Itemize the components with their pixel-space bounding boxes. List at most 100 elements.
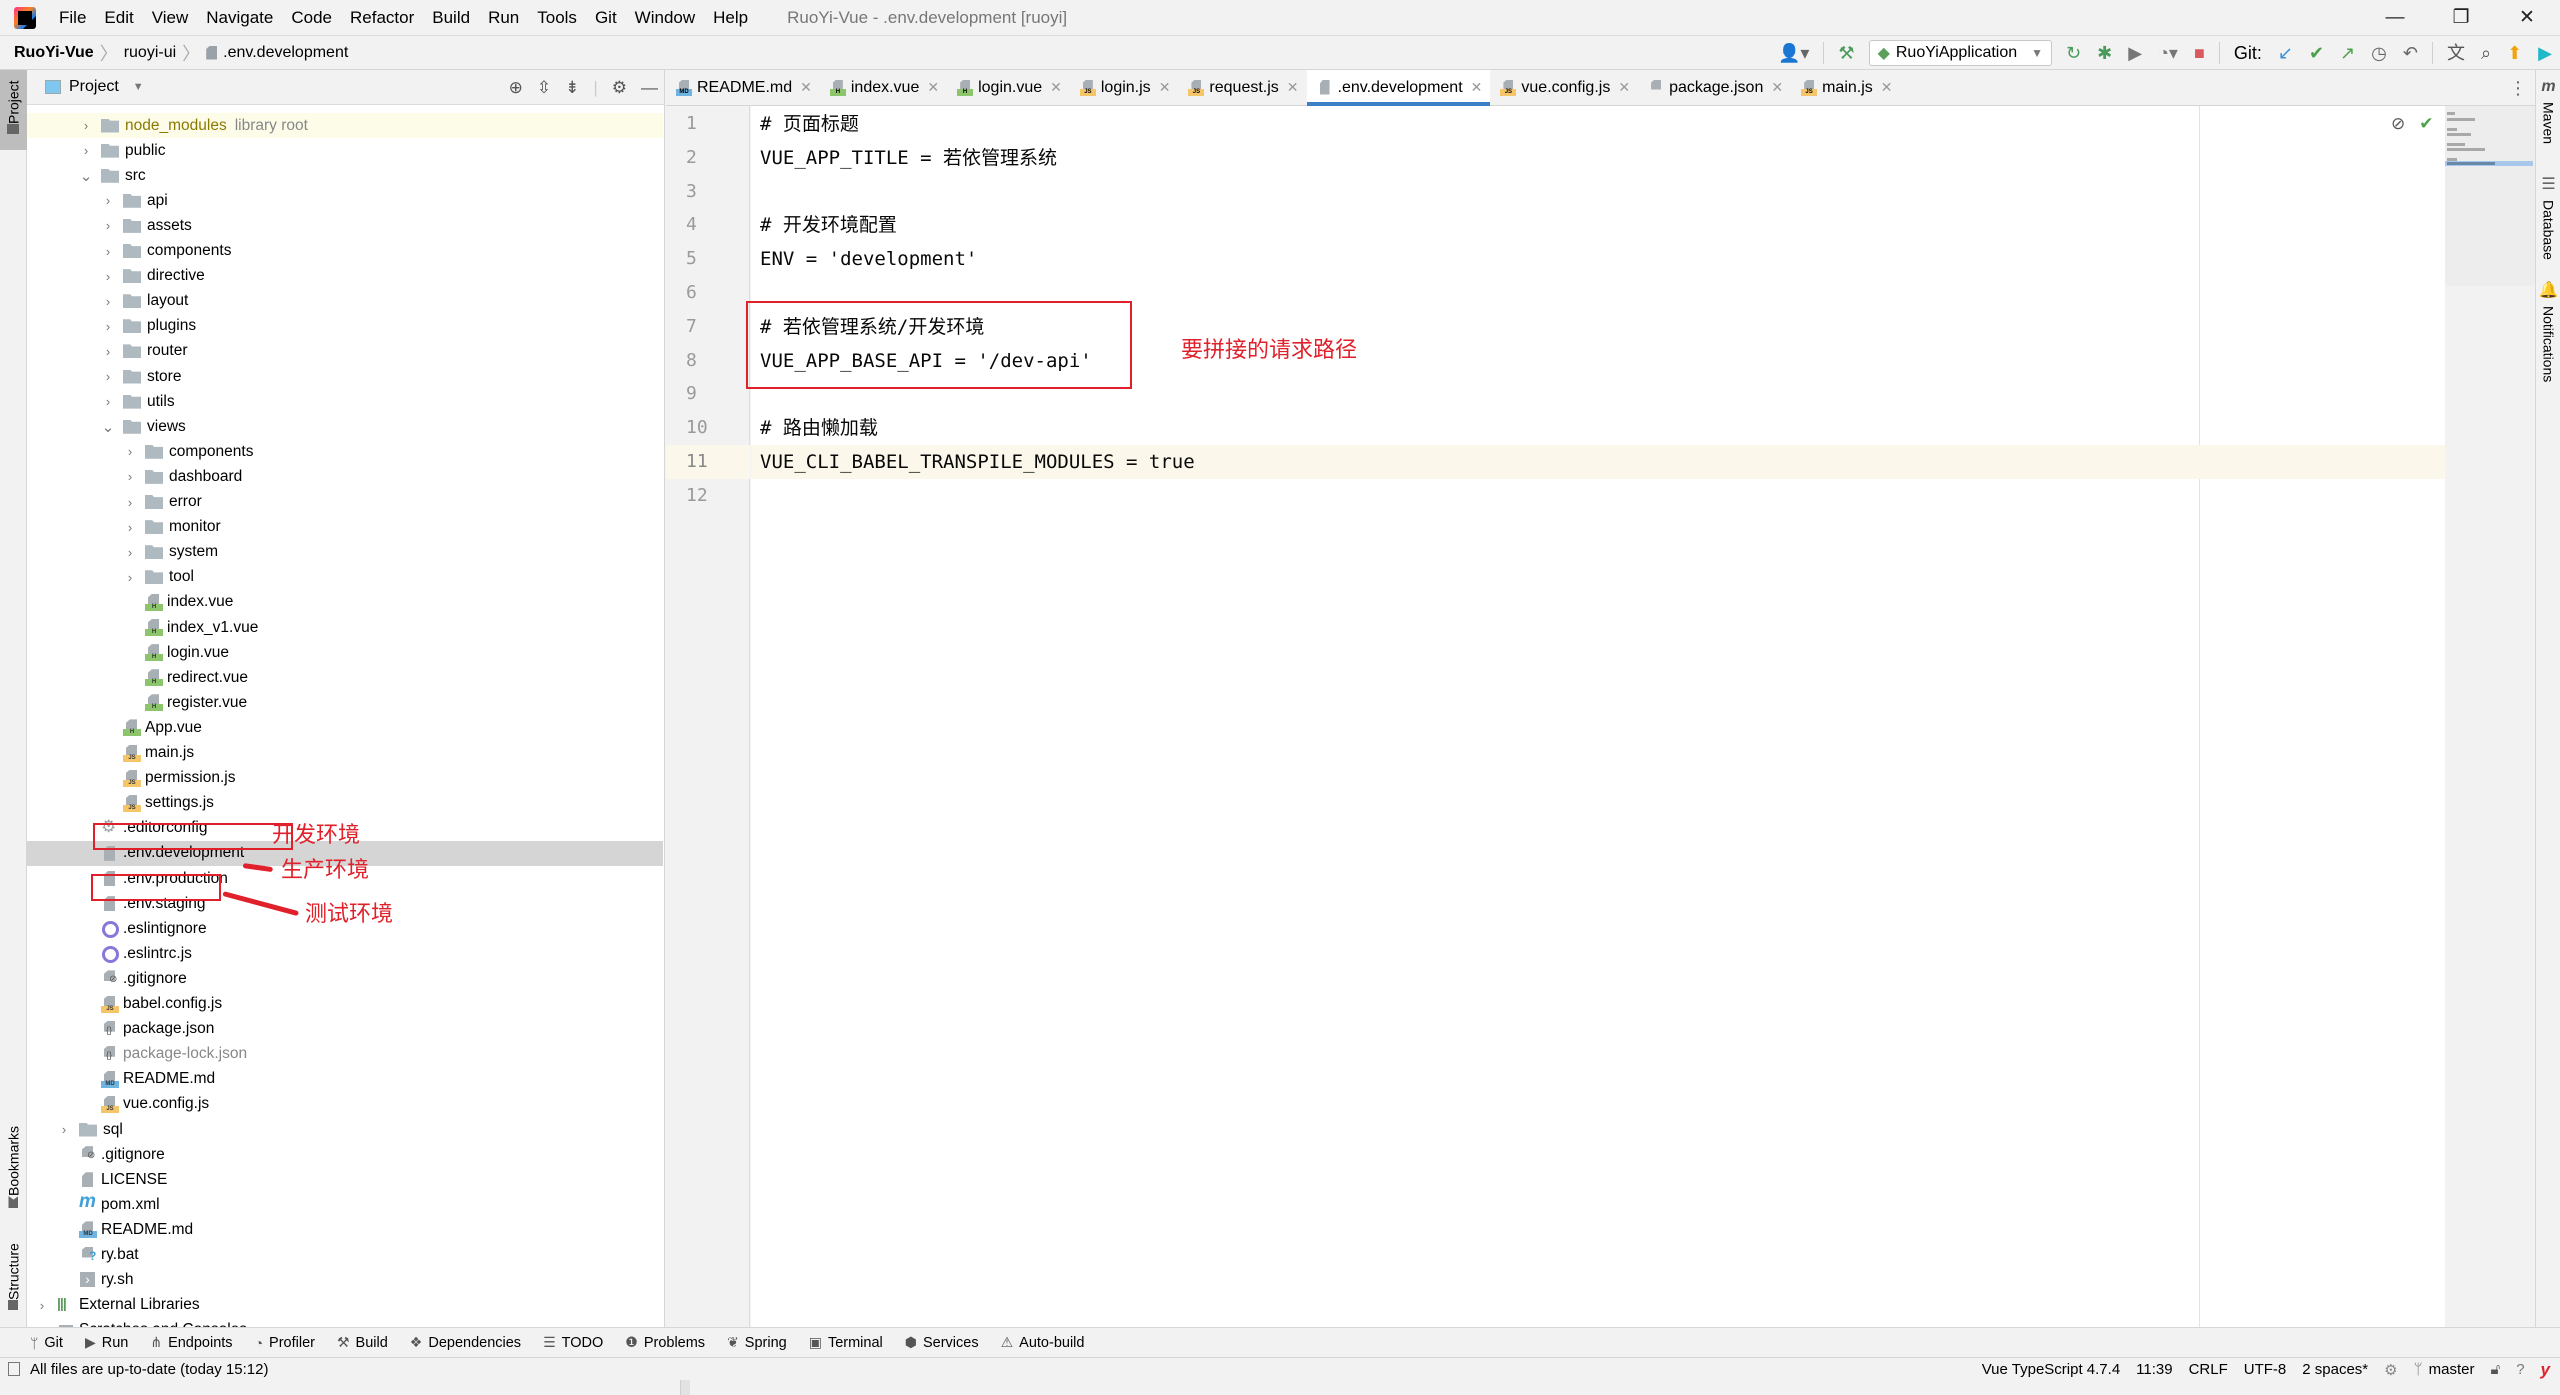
status-indent[interactable]: 2 spaces* xyxy=(2302,1361,2368,1378)
rerun-icon[interactable]: ↻ xyxy=(2058,36,2089,70)
debug-icon[interactable]: ✱ xyxy=(2089,36,2120,70)
status-caret-position[interactable]: 11:39 xyxy=(2136,1361,2172,1378)
chevron-right-icon[interactable]: › xyxy=(101,319,115,334)
chevron-right-icon[interactable]: › xyxy=(123,545,137,560)
menu-refactor[interactable]: Refactor xyxy=(341,8,423,28)
chevron-down-icon[interactable]: ⌄ xyxy=(79,167,93,185)
status-line-ending[interactable]: CRLF xyxy=(2189,1361,2228,1378)
close-tab-icon[interactable]: ✕ xyxy=(1050,79,1062,96)
tree-file[interactable]: ›Hredirect.vue xyxy=(27,665,663,690)
minimize-button[interactable]: — xyxy=(2362,0,2428,36)
editor-tab[interactable]: Hindex.vue ✕ xyxy=(820,70,947,105)
code-editor[interactable]: # 页面标题 VUE_APP_TITLE = 若依管理系统 # 开发环境配置 ENV … xyxy=(746,106,2445,1327)
tree-file[interactable]: ›JSbabel.config.js xyxy=(27,992,663,1017)
tree-folder[interactable]: › dashboard xyxy=(27,464,663,489)
rollback-icon[interactable]: ↶ xyxy=(2395,36,2426,70)
breadcrumb-project[interactable]: RuoYi-Vue xyxy=(14,44,94,62)
menu-code[interactable]: Code xyxy=(282,8,341,28)
chevron-down-icon[interactable]: ⌄ xyxy=(101,418,115,436)
code-line[interactable] xyxy=(751,479,2445,513)
code-line[interactable]: VUE_CLI_BABEL_TRANSPILE_MODULES = true xyxy=(751,445,2445,479)
search-icon[interactable]: ⌕ xyxy=(2473,36,2499,70)
no-problems-check-icon[interactable]: ✔ xyxy=(2419,114,2433,134)
tree-file[interactable]: ›ry.bat xyxy=(27,1243,663,1268)
close-tab-icon[interactable]: ✕ xyxy=(1618,79,1630,96)
user-icon[interactable]: 👤▾ xyxy=(1770,36,1817,70)
bottom-tab-dependencies[interactable]: ❖ Dependencies xyxy=(410,1334,521,1351)
reader-mode-icon[interactable]: ⊘ xyxy=(2391,114,2405,134)
tree-file[interactable]: ›package-lock.json xyxy=(27,1042,663,1067)
menu-run[interactable]: Run xyxy=(479,8,528,28)
bottom-tab-todo[interactable]: ☰ TODO xyxy=(543,1334,603,1351)
history-icon[interactable]: ◷ xyxy=(2363,36,2395,70)
code-line[interactable]: # 路由懒加载 xyxy=(751,411,2445,445)
menu-window[interactable]: Window xyxy=(626,8,704,28)
breadcrumb-file[interactable]: .env.development xyxy=(223,44,348,62)
update-icon[interactable]: ⬆ xyxy=(2499,36,2530,70)
tree-file[interactable]: ›JSmain.js xyxy=(27,741,663,766)
chevron-right-icon[interactable]: › xyxy=(101,369,115,384)
tree-folder[interactable]: › plugins xyxy=(27,314,663,339)
tree-folder[interactable]: › directive xyxy=(27,264,663,289)
toggle-tool-windows-icon[interactable] xyxy=(8,1362,20,1376)
bottom-tab-spring[interactable]: ❦ Spring xyxy=(727,1334,787,1351)
tree-file[interactable]: ›HApp.vue xyxy=(27,715,663,740)
tree-file[interactable]: ›MDREADME.md xyxy=(27,1217,663,1242)
tree-folder[interactable]: › api xyxy=(27,188,663,213)
chevron-right-icon[interactable]: › xyxy=(101,394,115,409)
tool-window-maven[interactable]: m Maven xyxy=(2536,78,2560,168)
build-hammer-icon[interactable]: ⚒ xyxy=(1830,36,1862,70)
tree-folder[interactable]: ⌄ views xyxy=(27,414,663,439)
chevron-right-icon[interactable]: › xyxy=(79,143,93,158)
tree-file[interactable]: › ry.sh xyxy=(27,1268,663,1293)
minimap[interactable] xyxy=(2445,106,2535,286)
code-line[interactable] xyxy=(751,175,2445,209)
tree-folder[interactable]: › assets xyxy=(27,213,663,238)
close-tab-icon[interactable]: ✕ xyxy=(1771,79,1783,96)
bottom-tab-build[interactable]: ⚒ Build xyxy=(337,1334,388,1351)
chevron-right-icon[interactable]: › xyxy=(101,294,115,309)
tree-folder[interactable]: › public xyxy=(27,138,663,163)
editor-tab[interactable]: JS request.js ✕ xyxy=(1178,70,1306,105)
bottom-tab-auto-build[interactable]: ⚠ Auto-build xyxy=(1001,1334,1085,1351)
tree-file[interactable]: ›Hindex_v1.vue xyxy=(27,615,663,640)
code-line[interactable]: VUE_APP_TITLE = 若依管理系统 xyxy=(751,141,2445,175)
code-line[interactable]: # 开发环境配置 xyxy=(751,208,2445,242)
bottom-tab-problems[interactable]: ❶ Problems xyxy=(625,1334,705,1351)
tree-file[interactable]: ›.eslintrc.js xyxy=(27,941,663,966)
close-tab-icon[interactable]: ✕ xyxy=(800,79,812,96)
breadcrumb-module[interactable]: ruoyi-ui xyxy=(124,44,176,62)
chevron-right-icon[interactable]: › xyxy=(101,218,115,233)
tree-folder[interactable]: › layout xyxy=(27,289,663,314)
lock-open-icon[interactable]: 🔓︎ xyxy=(2490,1361,2500,1378)
menu-navigate[interactable]: Navigate xyxy=(197,8,282,28)
tool-window-notifications[interactable]: 🔔 Notifications xyxy=(2536,280,2560,410)
bottom-tab-services[interactable]: ⬢ Services xyxy=(905,1334,979,1351)
project-view-select[interactable]: Project xyxy=(69,78,119,96)
tree-file[interactable]: ›JSpermission.js xyxy=(27,766,663,791)
hide-panel-icon[interactable]: — xyxy=(641,78,658,98)
close-button[interactable]: ✕ xyxy=(2494,0,2560,36)
chevron-right-icon[interactable]: › xyxy=(57,1122,71,1137)
tree-file[interactable]: ›Hindex.vue xyxy=(27,590,663,615)
code-line[interactable]: # 页面标题 xyxy=(751,107,2445,141)
editor-tab[interactable]: JS login.js ✕ xyxy=(1070,70,1179,105)
chevron-right-icon[interactable]: › xyxy=(101,269,115,284)
git-commit-icon[interactable]: ✔ xyxy=(2301,36,2332,70)
status-message[interactable]: All files are up-to-date (today 15:12) xyxy=(30,1361,268,1378)
chevron-right-icon[interactable]: › xyxy=(79,118,93,133)
menu-git[interactable]: Git xyxy=(586,8,626,28)
inspections-icon[interactable]: ? xyxy=(2516,1361,2524,1378)
tree-file[interactable]: ›.gitignore xyxy=(27,966,663,991)
tree-folder[interactable]: › tool xyxy=(27,565,663,590)
close-tab-icon[interactable]: ✕ xyxy=(1881,79,1893,96)
coverage-icon[interactable]: ▶ xyxy=(2120,36,2150,70)
tree-folder[interactable]: › store xyxy=(27,364,663,389)
status-git-branch[interactable]: master xyxy=(2429,1361,2475,1378)
tree-folder[interactable]: › node_modules library root xyxy=(27,113,663,138)
menu-help[interactable]: Help xyxy=(704,8,757,28)
tree-folder[interactable]: › sql xyxy=(27,1117,663,1142)
close-tab-icon[interactable]: ✕ xyxy=(1287,79,1299,96)
chevron-right-icon[interactable]: › xyxy=(101,193,115,208)
git-update-icon[interactable]: ↙ xyxy=(2270,36,2301,70)
